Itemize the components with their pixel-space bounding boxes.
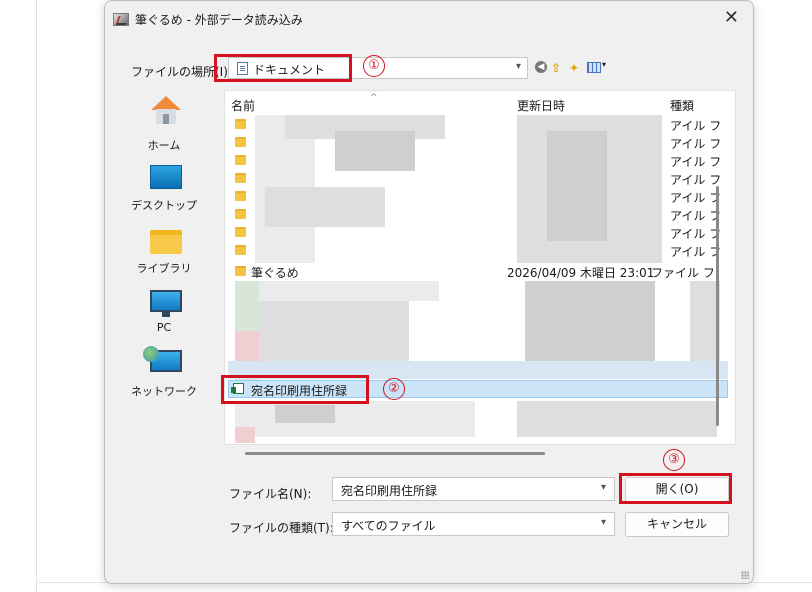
sort-ascending-icon: ^ — [370, 93, 378, 103]
pc-icon — [150, 290, 182, 312]
row-type: ファイル フ — [651, 266, 715, 280]
place-desktop[interactable]: デスクトップ — [121, 152, 207, 214]
filetype-value: すべてのファイル — [341, 519, 436, 533]
callout-box-open — [619, 473, 732, 504]
chevron-down-icon[interactable]: ▾ — [601, 482, 606, 493]
column-header-modified[interactable]: 更新日時 — [517, 97, 565, 114]
place-network[interactable]: ネットワーク — [121, 338, 207, 400]
pixelated-area — [259, 281, 439, 301]
resize-grip[interactable] — [741, 571, 749, 579]
file-row[interactable]: アイル フ — [225, 169, 735, 187]
horizontal-scrollbar[interactable] — [245, 452, 545, 455]
home-icon — [151, 96, 181, 126]
row-type: アイル フ — [670, 155, 722, 169]
up-folder-icon[interactable]: ⇧ — [551, 61, 561, 75]
file-row[interactable]: アイル フ — [225, 241, 735, 259]
folder-icon — [235, 209, 246, 219]
globe-icon — [143, 346, 159, 362]
folder-icon — [235, 227, 246, 237]
back-icon[interactable]: ◀ — [535, 61, 547, 73]
place-home-label: ホーム — [147, 139, 181, 152]
pixelated-area — [525, 281, 655, 361]
place-library-label: ライブラリ — [136, 262, 192, 275]
callout-box-file — [221, 375, 369, 404]
row-type: アイル フ — [670, 137, 722, 151]
file-row[interactable]: アイル フ — [225, 151, 735, 169]
vertical-scrollbar[interactable] — [716, 186, 719, 426]
place-network-label: ネットワーク — [131, 385, 197, 398]
filename-input[interactable]: 宛名印刷用住所録 ▾ — [332, 477, 615, 501]
window-title: 筆ぐるめ - 外部データ読み込み — [135, 13, 303, 27]
file-row[interactable]: アイル フ — [225, 133, 735, 151]
row-type: アイル フ — [670, 191, 722, 205]
row-type: アイル フ — [670, 245, 722, 259]
column-header-name[interactable]: 名前 — [231, 97, 255, 114]
place-pc[interactable]: PC — [121, 276, 207, 338]
file-row[interactable]: アイル フ — [225, 187, 735, 205]
folder-icon — [235, 191, 246, 201]
pixelated-area — [235, 331, 259, 361]
folder-icon — [235, 173, 246, 183]
desktop-icon — [150, 165, 182, 189]
step-marker-2: ② — [383, 378, 405, 400]
file-row[interactable]: アイル フ — [225, 115, 735, 133]
filetype-label: ファイルの種類(T): — [229, 521, 334, 535]
place-home[interactable]: ホーム — [121, 90, 207, 152]
row-type: アイル フ — [670, 119, 722, 133]
filename-label: ファイル名(N): — [229, 487, 312, 501]
filetype-select[interactable]: すべてのファイル ▾ — [332, 512, 615, 536]
chevron-down-icon[interactable]: ▾ — [601, 517, 606, 528]
file-row-fudegurume[interactable]: 筆ぐるめ 2026/04/09 木曜日 23:01 ファイル フ — [225, 262, 735, 280]
places-bar: ホーム デスクトップ ライブラリ PC ネットワーク — [121, 90, 207, 470]
pixelated-area — [259, 301, 409, 361]
column-header-type[interactable]: 種類 — [670, 97, 694, 114]
callout-box-location — [214, 54, 352, 82]
step-marker-1: ① — [363, 55, 385, 77]
pixelated-area — [235, 401, 475, 437]
pixelated-area — [235, 427, 255, 443]
view-menu-icon[interactable] — [587, 62, 601, 73]
file-row[interactable]: アイル フ — [225, 205, 735, 223]
filename-value: 宛名印刷用住所録 — [341, 484, 438, 498]
step-marker-3: ③ — [663, 449, 685, 471]
pc-stand — [162, 312, 170, 317]
folder-icon — [235, 266, 246, 276]
folder-icon — [235, 245, 246, 255]
file-row[interactable]: アイル フ — [225, 223, 735, 241]
row-type: アイル フ — [670, 173, 722, 187]
pixelated-area — [275, 405, 335, 423]
row-type: アイル フ — [670, 209, 722, 223]
folder-icon — [235, 119, 246, 129]
cancel-button[interactable]: キャンセル — [625, 512, 729, 537]
title-bar: 筆ぐるめ - 外部データ読み込み ✕ — [105, 1, 753, 37]
view-menu-arrow-icon[interactable]: ▾ — [602, 60, 606, 69]
chevron-down-icon[interactable]: ▾ — [516, 61, 521, 72]
app-icon — [113, 13, 129, 26]
place-library[interactable]: ライブラリ — [121, 214, 207, 276]
place-pc-label: PC — [156, 321, 172, 334]
library-icon — [150, 230, 182, 254]
page-edge-left — [36, 0, 37, 592]
row-type: アイル フ — [670, 227, 722, 241]
folder-icon — [235, 155, 246, 165]
row-name: 筆ぐるめ — [251, 266, 299, 280]
row-date: 2026/04/09 木曜日 23:01 — [507, 266, 655, 280]
pixelated-area — [517, 401, 717, 437]
new-folder-icon[interactable]: ✦ — [569, 61, 579, 75]
folder-icon — [235, 137, 246, 147]
place-desktop-label: デスクトップ — [131, 199, 197, 212]
close-icon[interactable]: ✕ — [724, 9, 739, 27]
